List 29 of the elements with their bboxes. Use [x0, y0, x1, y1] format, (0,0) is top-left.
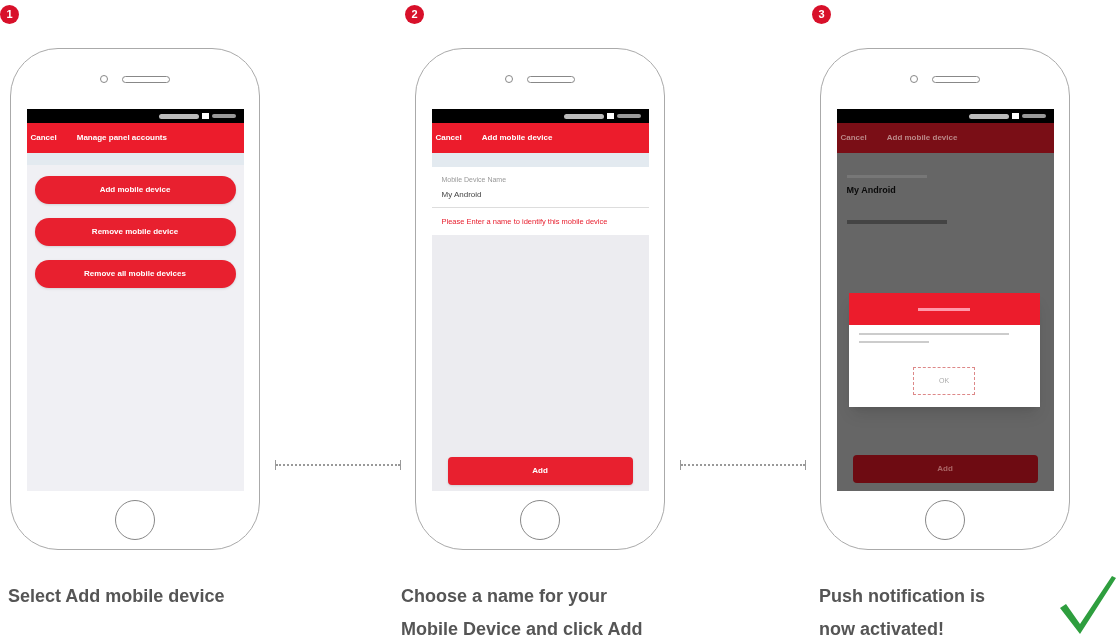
- menu-button[interactable]: Add mobile device: [34, 176, 236, 204]
- battery-icon: [201, 113, 209, 119]
- battery-icon: [1011, 113, 1019, 119]
- add-button[interactable]: Add: [852, 455, 1038, 483]
- step-caption: Push notification is now activated!: [819, 585, 986, 639]
- status-icons: [563, 113, 604, 119]
- clock-blur: [616, 114, 641, 118]
- status-icons: [968, 113, 1009, 119]
- blurred-title: [918, 307, 970, 311]
- clock-blur: [1021, 114, 1046, 118]
- menu-button[interactable]: Remove all mobile devices: [34, 260, 236, 288]
- cancel-link[interactable]: Cancel: [435, 132, 462, 144]
- step-caption: Select Add mobile device: [8, 585, 226, 608]
- status-icons: [158, 113, 199, 119]
- step-number-badge: 1: [0, 5, 19, 24]
- menu-button[interactable]: Remove mobile device: [34, 218, 236, 246]
- screen-title: Add mobile device: [886, 132, 958, 144]
- field-value: My Android: [441, 188, 483, 201]
- add-button[interactable]: Add: [447, 457, 633, 485]
- screen-title: Manage panel accounts: [76, 132, 167, 144]
- battery-icon: [606, 113, 614, 119]
- screen-title: Add mobile device: [481, 132, 553, 144]
- step-number-badge: 2: [405, 5, 424, 24]
- step-caption: Choose a name for your Mobile Device and click Add: [401, 585, 644, 639]
- cancel-link[interactable]: Cancel: [840, 132, 867, 144]
- field-value: My Android: [846, 184, 897, 197]
- step-number-badge: 3: [812, 5, 831, 24]
- cancel-link[interactable]: Cancel: [30, 132, 57, 144]
- clock-blur: [211, 114, 236, 118]
